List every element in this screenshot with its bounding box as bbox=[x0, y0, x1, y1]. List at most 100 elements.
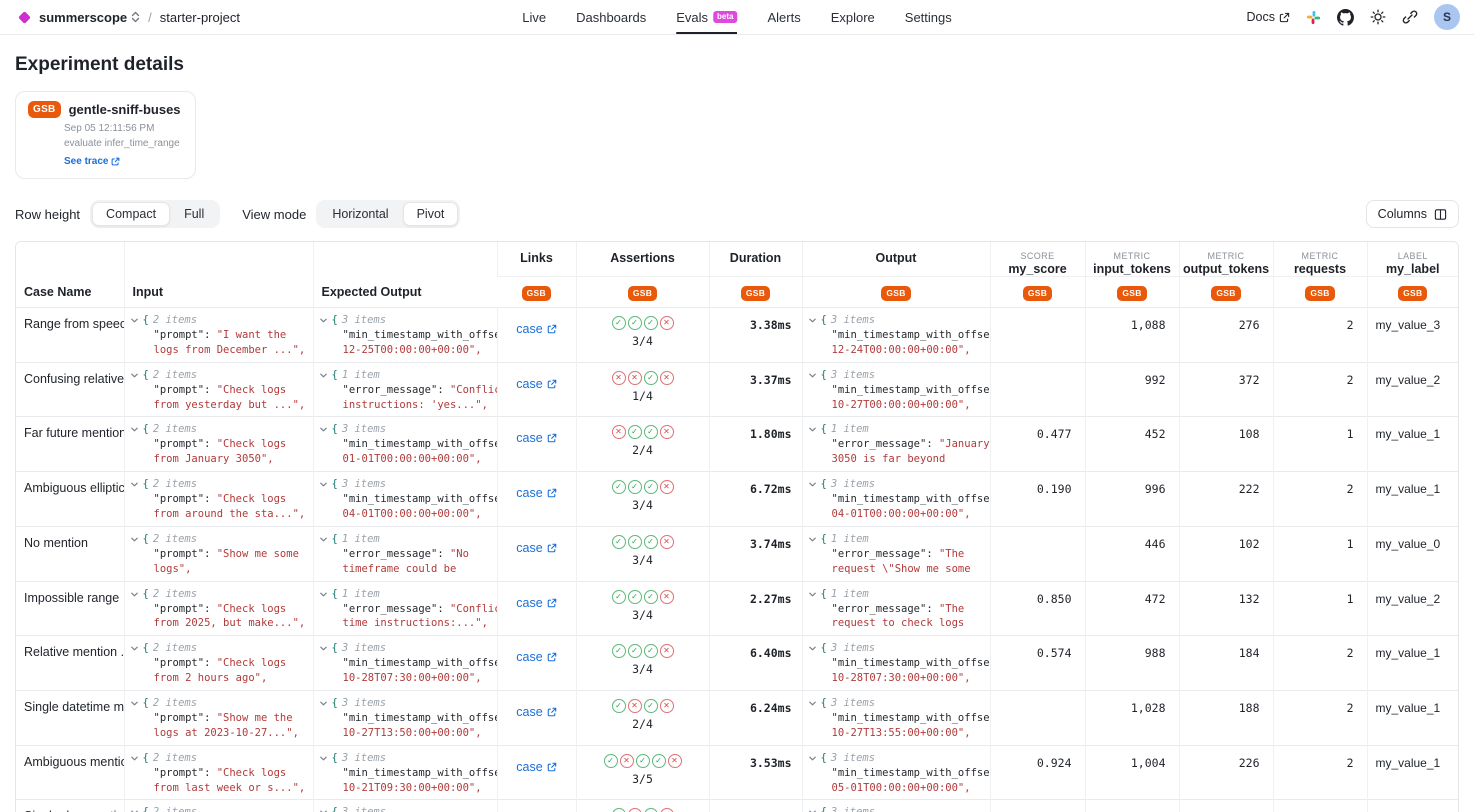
expand-chevron-icon[interactable] bbox=[808, 316, 817, 325]
breadcrumb-project[interactable]: starter-project bbox=[160, 10, 240, 25]
experiment-chip: GSB bbox=[1305, 286, 1334, 301]
docs-link[interactable]: Docs bbox=[1247, 10, 1290, 24]
expand-chevron-icon[interactable] bbox=[130, 535, 139, 544]
json-key: "min_timestamp_with_offset" bbox=[343, 438, 498, 450]
col-header-output-tokens: METRICoutput_tokens bbox=[1179, 242, 1273, 277]
case-link[interactable]: case bbox=[516, 541, 556, 555]
case-link[interactable]: case bbox=[516, 431, 556, 445]
expand-chevron-icon[interactable] bbox=[130, 371, 139, 380]
json-items-count: 2 items bbox=[153, 696, 197, 711]
expand-chevron-icon[interactable] bbox=[319, 699, 328, 708]
json-value: 04-01T00:00:00+00:00", bbox=[343, 508, 482, 520]
expand-chevron-icon[interactable] bbox=[319, 371, 328, 380]
expand-chevron-icon[interactable] bbox=[319, 535, 328, 544]
row-height-full[interactable]: Full bbox=[170, 202, 218, 226]
json-items-count: 1 item bbox=[342, 532, 380, 547]
expand-chevron-icon[interactable] bbox=[319, 754, 328, 763]
col-header-duration: Duration bbox=[709, 242, 802, 277]
see-trace-link[interactable]: See trace bbox=[64, 156, 120, 167]
avatar[interactable]: S bbox=[1434, 4, 1460, 30]
case-link[interactable]: case bbox=[516, 486, 556, 500]
expected-output-cell: {3 items"min_timestamp_with_offset"10-21… bbox=[313, 745, 497, 800]
row-height-compact[interactable]: Compact bbox=[92, 202, 170, 226]
requests-cell: 2 bbox=[1273, 472, 1367, 527]
nav-explore[interactable]: Explore bbox=[831, 0, 875, 34]
expand-chevron-icon[interactable] bbox=[130, 480, 139, 489]
duration-cell: 6.72ms bbox=[709, 472, 802, 527]
case-link[interactable]: case bbox=[516, 705, 556, 719]
expand-chevron-icon[interactable] bbox=[130, 425, 139, 434]
expand-chevron-icon[interactable] bbox=[319, 808, 328, 812]
expected-output-cell: {1 item"error_message": "Conflict:instru… bbox=[313, 362, 497, 417]
row-height-control: Compact Full bbox=[90, 200, 220, 228]
expand-chevron-icon[interactable] bbox=[130, 590, 139, 599]
expand-chevron-icon[interactable] bbox=[808, 808, 817, 812]
assertion-fail-icon: ✕ bbox=[612, 371, 626, 385]
score-cell: 0.924 bbox=[990, 745, 1085, 800]
workspace-switcher-icon[interactable] bbox=[131, 11, 140, 23]
assertion-pass-icon: ✓ bbox=[612, 316, 626, 330]
brand-name[interactable]: summerscope bbox=[39, 10, 127, 25]
json-items-count: 3 items bbox=[831, 368, 875, 383]
link-icon[interactable] bbox=[1402, 9, 1418, 25]
nav-settings[interactable]: Settings bbox=[905, 0, 952, 34]
json-value: request to check logs bbox=[832, 617, 965, 629]
columns-button[interactable]: Columns bbox=[1366, 200, 1459, 228]
case-name: Relative mention ... bbox=[16, 636, 124, 691]
duration-cell: 6.40ms bbox=[709, 636, 802, 691]
expand-chevron-icon[interactable] bbox=[808, 699, 817, 708]
expand-chevron-icon[interactable] bbox=[319, 644, 328, 653]
input-cell: {2 items"prompt": "Show me somelogs", bbox=[124, 526, 313, 581]
score-cell bbox=[990, 308, 1085, 363]
expand-chevron-icon[interactable] bbox=[130, 316, 139, 325]
case-link[interactable]: case bbox=[516, 377, 556, 391]
github-icon[interactable] bbox=[1337, 9, 1354, 26]
nav-dashboards[interactable]: Dashboards bbox=[576, 0, 646, 34]
expand-chevron-icon[interactable] bbox=[319, 590, 328, 599]
requests-cell: 2 bbox=[1273, 636, 1367, 691]
view-mode-horizontal[interactable]: Horizontal bbox=[318, 202, 402, 226]
nav-live[interactable]: Live bbox=[522, 0, 546, 34]
slack-icon[interactable] bbox=[1306, 10, 1321, 25]
expand-chevron-icon[interactable] bbox=[808, 371, 817, 380]
expand-chevron-icon[interactable] bbox=[319, 316, 328, 325]
assertion-fail-icon: ✕ bbox=[660, 425, 674, 439]
expand-chevron-icon[interactable] bbox=[808, 590, 817, 599]
view-mode-pivot[interactable]: Pivot bbox=[403, 202, 459, 226]
nav-evals[interactable]: Evals beta bbox=[676, 0, 737, 34]
expand-chevron-icon[interactable] bbox=[808, 754, 817, 763]
theme-toggle-sun-icon[interactable] bbox=[1370, 9, 1386, 25]
links-cell: case bbox=[497, 362, 576, 417]
nav-alerts[interactable]: Alerts bbox=[767, 0, 800, 34]
external-link-icon bbox=[111, 157, 120, 166]
expected-output-cell: {3 items"min_timestamp_with_offset"10-27… bbox=[313, 691, 497, 746]
case-link[interactable]: case bbox=[516, 760, 556, 774]
expand-chevron-icon[interactable] bbox=[130, 754, 139, 763]
json-items-count: 3 items bbox=[342, 696, 386, 711]
json-value: from around the sta...", bbox=[154, 508, 306, 520]
case-link[interactable]: case bbox=[516, 596, 556, 610]
json-items-count: 3 items bbox=[342, 477, 386, 492]
expand-chevron-icon[interactable] bbox=[130, 644, 139, 653]
output-tokens-cell: 276 bbox=[1179, 308, 1273, 363]
assertions-cell: ✕✕✓✕1/4 bbox=[576, 362, 709, 417]
expand-chevron-icon[interactable] bbox=[319, 425, 328, 434]
output-cell: {1 item"error_message": "Therequest \"Sh… bbox=[802, 526, 990, 581]
case-link[interactable]: case bbox=[516, 650, 556, 664]
expand-chevron-icon[interactable] bbox=[130, 699, 139, 708]
case-link[interactable]: case bbox=[516, 322, 556, 336]
expand-chevron-icon[interactable] bbox=[808, 425, 817, 434]
json-brace: { bbox=[332, 641, 338, 656]
expand-chevron-icon[interactable] bbox=[319, 480, 328, 489]
links-cell: case bbox=[497, 417, 576, 472]
expand-chevron-icon[interactable] bbox=[130, 808, 139, 812]
json-value: 10-27T00:00:00+00:00", bbox=[832, 399, 971, 411]
requests-cell: 1 bbox=[1273, 526, 1367, 581]
expand-chevron-icon[interactable] bbox=[808, 480, 817, 489]
assertion-pass-icon: ✓ bbox=[612, 590, 626, 604]
expand-chevron-icon[interactable] bbox=[808, 535, 817, 544]
output-cell: {3 items"min_timestamp_with_offset"12-24… bbox=[802, 308, 990, 363]
table-header: Case Name Input Expected Output Links As… bbox=[16, 242, 1458, 308]
expand-chevron-icon[interactable] bbox=[808, 644, 817, 653]
json-key: "min_timestamp_with_offset" bbox=[343, 329, 498, 341]
